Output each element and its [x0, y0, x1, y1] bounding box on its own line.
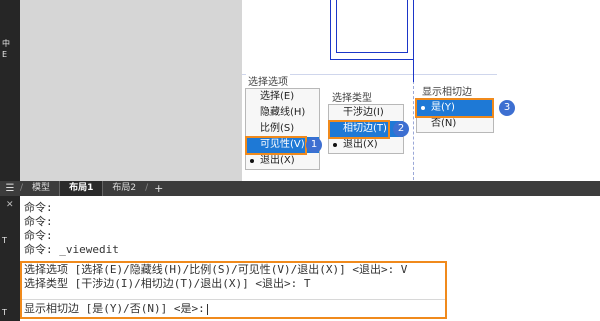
history-line: 命令: [24, 201, 53, 214]
menu-item-interference-edge[interactable]: 干涉边(I) [329, 105, 403, 121]
strip-glyph: T [2, 308, 7, 317]
close-icon[interactable]: ✕ [6, 200, 14, 210]
highlight-tangent-edge [328, 120, 390, 139]
history-line: 命令: _viewedit [24, 243, 119, 256]
menu-item-label: 选择(E) [260, 91, 295, 102]
add-layout-button[interactable]: + [148, 181, 169, 196]
bullet-dot-icon [333, 143, 337, 147]
command-history: 命令: 命令: 命令: 命令: _viewedit [24, 201, 119, 257]
viewport-gray-area[interactable] [20, 0, 242, 181]
hamburger-icon[interactable]: ☰ [0, 181, 20, 196]
show-tangent-caption: 显示相切边 [420, 83, 474, 98]
highlight-yes [415, 98, 494, 118]
menu-item-label: 否(N) [431, 118, 457, 129]
tab-layout2[interactable]: 布局2 [103, 181, 145, 196]
strip-glyph: 中 [2, 39, 10, 48]
menu-item-label: 退出(X) [343, 139, 378, 150]
history-line: 命令: [24, 215, 53, 228]
menu-item-label: 隐藏线(H) [260, 107, 306, 118]
highlight-visibility [245, 136, 307, 155]
strip-glyph: T [2, 236, 7, 245]
bullet-dot-icon [250, 159, 254, 163]
command-window-side: ✕ T T [0, 196, 20, 321]
drawing-frame-tick [413, 48, 414, 82]
drawing-frame-inner [336, 0, 408, 53]
highlight-command-lines [20, 261, 447, 319]
menu-item-no[interactable]: 否(N) [417, 116, 493, 132]
tab-model[interactable]: 模型 [23, 181, 59, 196]
step-badge-2: 2 [393, 121, 409, 137]
menu-item-hidden-line[interactable]: 隐藏线(H) [246, 105, 319, 121]
menu-item-scale[interactable]: 比例(S) [246, 121, 319, 137]
select-type-caption: 选择类型 [330, 89, 374, 104]
menu-item-exit[interactable]: 退出(X) [246, 153, 319, 169]
layout-tab-bar: ☰ / 模型 布局1 布局2 / + [0, 181, 600, 196]
strip-glyph: E [2, 50, 8, 59]
history-line: 命令: [24, 229, 53, 242]
select-options-menu: 选择(E) 隐藏线(H) 比例(S) 可见性(V) 退出(X) [245, 88, 320, 170]
left-toolbar-strip: 中 E [0, 0, 20, 181]
step-badge-1: 1 [306, 137, 322, 153]
menu-item-label: 比例(S) [260, 123, 295, 134]
menu-item-label: 干涉边(I) [343, 107, 384, 118]
select-options-caption: 选择选项 [246, 73, 290, 88]
menu-item-select[interactable]: 选择(E) [246, 89, 319, 105]
menu-item-exit[interactable]: 退出(X) [329, 137, 403, 153]
step-badge-3: 3 [499, 100, 515, 116]
menu-item-label: 退出(X) [260, 155, 295, 166]
tab-layout1[interactable]: 布局1 [59, 181, 104, 196]
